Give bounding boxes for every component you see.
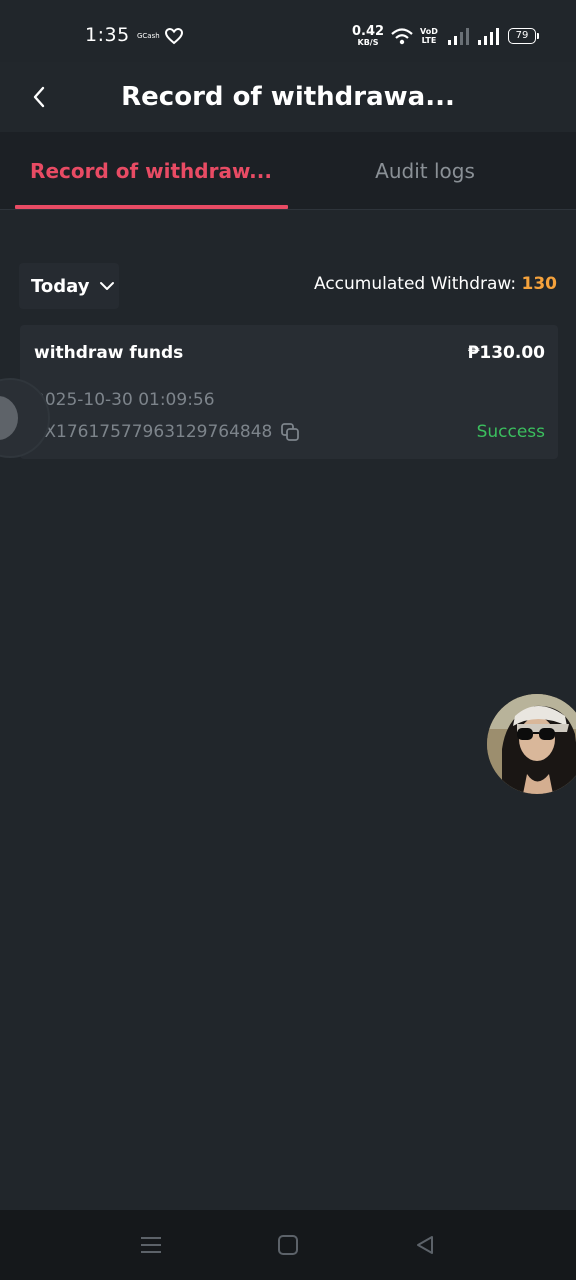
- system-nav-bar: [0, 1210, 576, 1280]
- gcash-notification-icon: GCash: [137, 32, 160, 40]
- network-speed: 0.42 KB/S: [352, 24, 385, 47]
- record-transaction-id: TX17617577963129764848: [34, 422, 300, 442]
- withdraw-record-card[interactable]: withdraw funds ₱130.00 2025-10-30 01:09:…: [20, 325, 558, 459]
- avatar-image: [487, 694, 576, 794]
- record-title: withdraw funds: [34, 343, 184, 363]
- withdraw-records-screen: 1:35 GCash 0.42 KB/S VoD LTE 79 Record o…: [0, 0, 576, 1280]
- floating-avatar[interactable]: [487, 694, 576, 794]
- triangle-back-icon: [417, 1236, 433, 1254]
- battery-tip: [537, 33, 539, 39]
- accumulated-value: 130: [521, 274, 558, 294]
- signal-sim1-icon: [448, 28, 469, 45]
- chevron-down-icon: [100, 282, 115, 290]
- status-bar: 1:35 GCash 0.42 KB/S VoD LTE 79: [0, 0, 576, 62]
- signal-sim2-icon: [478, 28, 499, 45]
- record-status: Success: [476, 422, 545, 442]
- chevron-left-icon: [33, 86, 45, 108]
- home-square-icon: [278, 1235, 298, 1255]
- page-title: Record of withdrawa...: [121, 82, 455, 112]
- nav-home-button[interactable]: [273, 1232, 303, 1258]
- record-datetime: 2025-10-30 01:09:56: [34, 390, 215, 410]
- tab-audit-logs[interactable]: Audit logs: [288, 132, 562, 210]
- app-header: Record of withdrawa...: [0, 62, 576, 132]
- nav-back-button[interactable]: [410, 1232, 440, 1258]
- active-tab-indicator: [15, 205, 288, 209]
- nav-recents-button[interactable]: [136, 1232, 166, 1258]
- status-time: 1:35: [85, 24, 130, 46]
- date-filter-dropdown[interactable]: Today: [19, 263, 119, 309]
- back-button[interactable]: [24, 80, 54, 114]
- transaction-id-text: TX17617577963129764848: [34, 422, 273, 442]
- record-amount: ₱130.00: [467, 343, 545, 363]
- tab-record-of-withdraw[interactable]: Record of withdraw...: [14, 132, 288, 210]
- volte-icon: VoD LTE: [420, 27, 438, 45]
- accumulated-withdraw: Accumulated Withdraw: 130: [314, 274, 557, 294]
- accumulated-label: Accumulated Withdraw:: [314, 274, 522, 294]
- menu-icon: [141, 1237, 161, 1253]
- battery-icon: 79: [508, 28, 536, 44]
- wifi-icon: [391, 28, 413, 45]
- date-filter-label: Today: [31, 275, 90, 297]
- heart-icon: [164, 27, 184, 45]
- copy-icon[interactable]: [280, 422, 300, 442]
- tab-bar: Record of withdraw... Audit logs: [0, 132, 576, 210]
